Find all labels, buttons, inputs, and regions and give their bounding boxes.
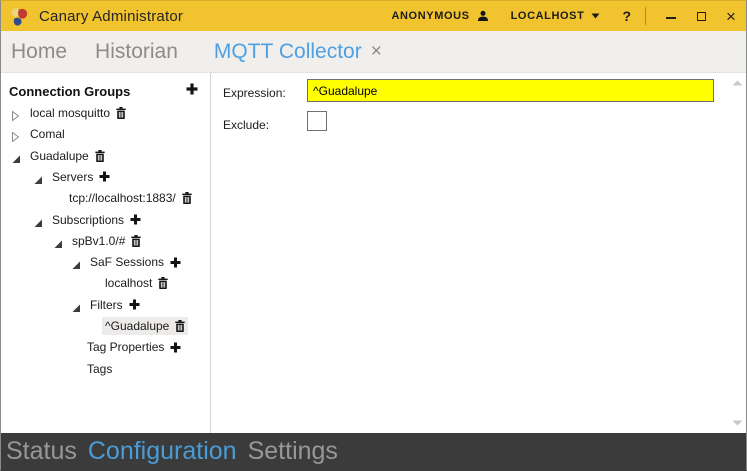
delete-icon[interactable] (116, 107, 126, 119)
add-connection-group-button[interactable] (186, 82, 198, 100)
tab-bar: Home Historian MQTT Collector × (1, 31, 746, 73)
tree-row[interactable]: SaF Sessions (71, 252, 184, 273)
tree-item-label: Comal (30, 127, 65, 142)
tree-row[interactable]: Comal (11, 124, 68, 145)
add-icon[interactable] (99, 171, 110, 182)
tree-row[interactable]: Subscriptions (33, 209, 144, 230)
exclude-label: Exclude: (223, 118, 270, 132)
tree-row[interactable]: ^Guadalupe (102, 316, 189, 337)
app-title: Canary Administrator (39, 7, 184, 25)
host-name: LOCALHOST (510, 10, 585, 22)
tab-home[interactable]: Home (11, 40, 67, 64)
expanded-expander-icon[interactable] (53, 236, 63, 248)
tree-row[interactable]: spBv1.0/# (53, 230, 144, 251)
add-icon[interactable] (170, 342, 181, 353)
titlebar-separator (645, 7, 646, 25)
tree-item-label: localhost (105, 276, 153, 291)
tree-item-label: tcp://localhost:1883/ (69, 191, 176, 206)
tree-item-label: spBv1.0/# (72, 233, 126, 248)
tree-item-label: SaF Sessions (90, 255, 165, 270)
add-icon[interactable] (170, 257, 181, 268)
tab-historian-label: Historian (95, 39, 178, 63)
tree-item-label: Filters (90, 297, 123, 312)
delete-icon[interactable] (158, 277, 169, 290)
tree-item-label: Tag Properties (87, 340, 165, 355)
tab-home-label: Home (11, 39, 68, 63)
close-button[interactable]: × (716, 1, 746, 31)
tab-mqtt-collector[interactable]: MQTT Collector × (214, 40, 382, 64)
canary-logo-icon (11, 7, 28, 26)
footer-bar: Status Configuration Settings (1, 433, 746, 470)
help-button[interactable]: ? (622, 8, 631, 24)
chevron-down-icon (591, 13, 600, 19)
user-name: ANONYMOUS (391, 10, 470, 22)
scrollbar-down-icon[interactable] (732, 420, 743, 426)
footer-configuration[interactable]: Configuration (88, 437, 237, 466)
tree-row[interactable]: local mosquitto (11, 103, 129, 124)
close-icon: × (726, 6, 736, 26)
delete-icon[interactable] (95, 149, 105, 162)
minimize-button[interactable] (656, 1, 686, 31)
expanded-expander-icon[interactable] (33, 172, 43, 184)
tree-item-label: Servers (52, 169, 94, 184)
expanded-expander-icon[interactable] (71, 257, 81, 270)
exclude-checkbox[interactable] (307, 111, 327, 131)
tree-row[interactable]: tcp://localhost:1883/ (66, 188, 195, 209)
tree-header-label: Connection Groups (9, 83, 131, 99)
tab-close-icon[interactable]: × (371, 42, 382, 61)
delete-icon[interactable] (182, 192, 192, 205)
expression-label: Expression: (223, 86, 286, 100)
tree-row[interactable]: Servers (33, 166, 113, 187)
app-window: Canary Administrator ANONYMOUS LOCALHOST… (0, 0, 747, 471)
tree-item-label: ^Guadalupe (105, 319, 170, 333)
collapsed-expander-icon[interactable] (11, 108, 21, 122)
tree-row[interactable]: Tags (84, 358, 115, 379)
tab-mqtt-collector-label: MQTT Collector (213, 39, 362, 63)
expanded-expander-icon[interactable] (33, 215, 43, 227)
tree-item-label: Tags (87, 361, 113, 376)
expression-input[interactable] (307, 79, 714, 102)
tree-item-label: Guadalupe (30, 148, 89, 163)
maximize-button[interactable] (686, 1, 716, 31)
tree-row[interactable]: Filters (71, 294, 143, 315)
footer-settings[interactable]: Settings (248, 437, 338, 466)
tab-historian[interactable]: Historian (95, 40, 178, 64)
tree-item-label: local mosquitto (30, 106, 111, 120)
collapsed-expander-icon[interactable] (11, 129, 21, 143)
host-selector[interactable]: LOCALHOST (511, 10, 601, 22)
tree-item-label: Subscriptions (52, 212, 125, 227)
minimize-icon (666, 17, 676, 19)
maximize-icon (696, 11, 706, 21)
user-icon (477, 10, 489, 22)
tree-row[interactable]: localhost (102, 273, 171, 294)
expanded-expander-icon[interactable] (11, 151, 21, 163)
tree-row[interactable]: Tag Properties (84, 337, 184, 358)
expanded-expander-icon[interactable] (71, 300, 81, 312)
title-bar: Canary Administrator ANONYMOUS LOCALHOST… (1, 1, 746, 31)
footer-status[interactable]: Status (6, 437, 77, 466)
scrollbar-up-icon[interactable] (732, 80, 743, 86)
delete-icon[interactable] (175, 320, 186, 332)
user-menu[interactable]: ANONYMOUS (391, 10, 488, 22)
panel-divider (210, 73, 211, 433)
content-area: Connection Groups local mosquitto Comal Gu… (1, 73, 746, 433)
connection-tree: Connection Groups local mosquitto Comal Gu… (1, 73, 210, 433)
tree-row[interactable]: Guadalupe (11, 145, 108, 166)
tree-header: Connection Groups (9, 82, 198, 100)
add-icon[interactable] (130, 214, 141, 225)
add-icon[interactable] (129, 299, 140, 310)
delete-icon[interactable] (131, 234, 142, 247)
